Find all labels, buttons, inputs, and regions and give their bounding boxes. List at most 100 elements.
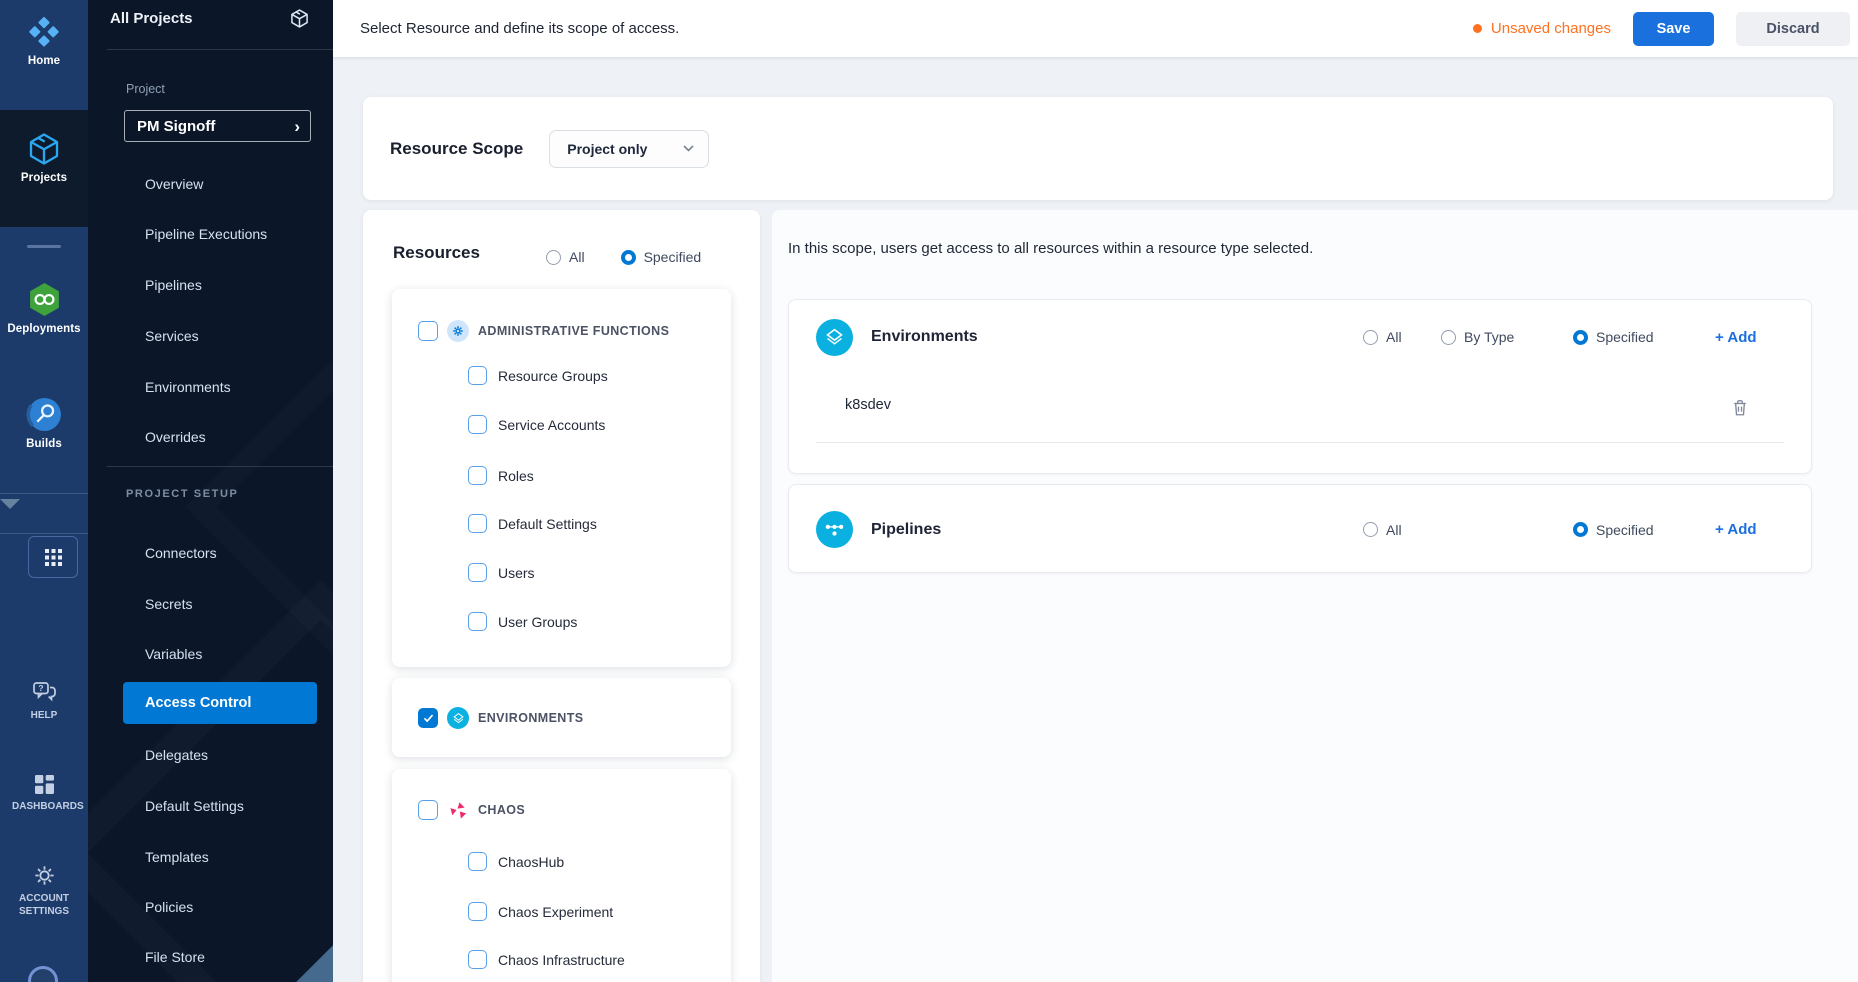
sidebar-item-templates[interactable]: Templates [145,846,209,868]
radio-icon [546,250,561,265]
sidebar-item-secrets[interactable]: Secrets [145,593,192,615]
group-label: ENVIRONMENTS [478,711,584,725]
radio-env-specified[interactable]: Specified [1573,329,1715,345]
checkbox-label: Chaos Infrastructure [498,952,625,968]
resources-panel: Resources All Specified ADM [363,210,760,982]
checkbox-label: Users [498,565,535,581]
checkbox-label: User Groups [498,614,577,630]
rail-item-label: Projects [21,172,67,184]
checkbox-icon [468,514,487,533]
checkbox-row-chaos-experiment[interactable]: Chaos Experiment [468,902,613,921]
radio-selected-icon [1573,522,1588,537]
checkbox-row-default-settings[interactable]: Default Settings [468,514,597,533]
sidebar-item-delegates[interactable]: Delegates [145,744,208,766]
radio-env-by-type[interactable]: By Type [1441,329,1573,345]
all-projects-selector[interactable]: All Projects [110,8,310,29]
environments-icon [816,319,853,356]
sidebar-item-file-store[interactable]: File Store [145,946,205,968]
checkbox-row-roles[interactable]: Roles [468,466,534,485]
rail-item-dashboards[interactable]: DASHBOARDS [0,774,88,813]
module-selector-button[interactable] [28,536,78,578]
group-header-admin: ADMINISTRATIVE FUNCTIONS [418,320,669,342]
sidebar-item-policies[interactable]: Policies [145,896,193,918]
sidebar-item-connectors[interactable]: Connectors [145,542,217,564]
sidebar-item-services[interactable]: Services [145,325,199,347]
checkbox-icon [468,563,487,582]
unsaved-dot-icon [1473,24,1482,33]
chevron-right-icon: › [294,118,300,135]
resource-scope-dropdown[interactable]: Project only [549,130,709,168]
sidebar-item-overrides[interactable]: Overrides [145,426,206,448]
resource-scope-value: Project only [567,141,647,157]
page-header: Select Resource and define its scope of … [333,0,1858,57]
checkbox-label: ChaosHub [498,854,564,870]
rail-item-home[interactable]: Home [0,14,88,67]
checkbox-label: Chaos Experiment [498,904,613,920]
chevron-down-icon [0,499,20,526]
rail-item-projects[interactable]: Projects [0,110,88,227]
radio-env-all[interactable]: All [1363,329,1441,345]
project-name: PM Signoff [137,118,215,135]
admin-functions-icon [447,320,469,342]
add-pipeline-button[interactable]: + Add [1715,521,1757,538]
radio-pipelines-specified[interactable]: Specified [1573,522,1715,538]
page-title: Select Resource and define its scope of … [360,0,679,57]
checkbox-row-users[interactable]: Users [468,563,535,582]
module-rail: Home Projects Deployments [0,0,88,982]
pipelines-icon [816,511,853,548]
checkbox-admin-functions[interactable] [418,321,438,341]
checkbox-row-service-accounts[interactable]: Service Accounts [468,415,605,434]
checkbox-row-chaoshub[interactable]: ChaosHub [468,852,564,871]
sidebar-item-pipeline-executions[interactable]: Pipeline Executions [145,223,267,245]
discard-button[interactable]: Discard [1736,12,1850,46]
sidebar-item-overview[interactable]: Overview [145,173,203,195]
group-label: CHAOS [478,803,525,817]
radio-label: All [1386,522,1402,538]
dashboards-icon [34,774,55,795]
app-root: Home Projects Deployments [0,0,1858,982]
user-avatar[interactable] [28,966,58,982]
group-label: ADMINISTRATIVE FUNCTIONS [478,324,669,338]
all-projects-label: All Projects [110,10,193,27]
checkbox-environments-checked[interactable] [418,708,438,728]
checkbox-label: Service Accounts [498,417,605,433]
checkbox-row-user-groups[interactable]: User Groups [468,612,577,631]
save-button[interactable]: Save [1633,12,1714,46]
checkbox-row-chaos-infrastructure[interactable]: Chaos Infrastructure [468,950,625,969]
radio-pipelines-all[interactable]: All [1363,522,1441,538]
sidebar-item-variables[interactable]: Variables [145,643,202,665]
unsaved-label: Unsaved changes [1491,20,1611,37]
projects-icon [26,131,62,167]
checkbox-row-resource-groups[interactable]: Resource Groups [468,366,608,385]
rail-item-account-settings[interactable]: ACCOUNT SETTINGS [0,864,88,918]
group-header-environments: ENVIRONMENTS [418,707,584,729]
radio-all[interactable]: All [546,249,585,265]
project-selector[interactable]: PM Signoff › [124,110,311,142]
environments-card-header: Environments All By Type Specified + Add [789,300,1811,374]
sidebar-item-pipelines[interactable]: Pipelines [145,274,202,296]
deployments-icon [26,281,63,318]
resource-group-card-environments: ENVIRONMENTS [392,678,731,757]
pipelines-card-header: Pipelines All Specified + Add [789,485,1811,574]
checkbox-chaos[interactable] [418,800,438,820]
rail-item-builds[interactable]: Builds [0,396,88,450]
resource-group-card-chaos: CHAOS ChaosHub Chaos Experiment Chaos In… [392,769,731,982]
resource-scope-label: Resource Scope [390,139,523,159]
rail-item-deployments[interactable]: Deployments [0,281,88,335]
sidebar-item-default-settings[interactable]: Default Settings [145,795,244,817]
radio-specified[interactable]: Specified [621,249,702,265]
rail-collapse-chevron[interactable] [0,509,88,527]
header-actions: Unsaved changes Save Discard [1473,0,1850,57]
sidebar-item-environments[interactable]: Environments [145,376,231,398]
sidebar-watermark [88,580,333,982]
resources-mode-radios: All Specified [546,249,701,265]
radio-label: Specified [1596,522,1654,538]
environment-item-k8sdev[interactable]: k8sdev [845,397,891,413]
add-environment-button[interactable]: + Add [1715,329,1757,346]
rail-item-help[interactable]: ? HELP [0,680,88,722]
trash-icon[interactable] [1731,398,1749,418]
radio-label: By Type [1464,329,1514,345]
cube-icon [289,8,310,29]
gear-icon [33,864,56,887]
sidebar-item-access-control[interactable]: Access Control [123,682,317,724]
